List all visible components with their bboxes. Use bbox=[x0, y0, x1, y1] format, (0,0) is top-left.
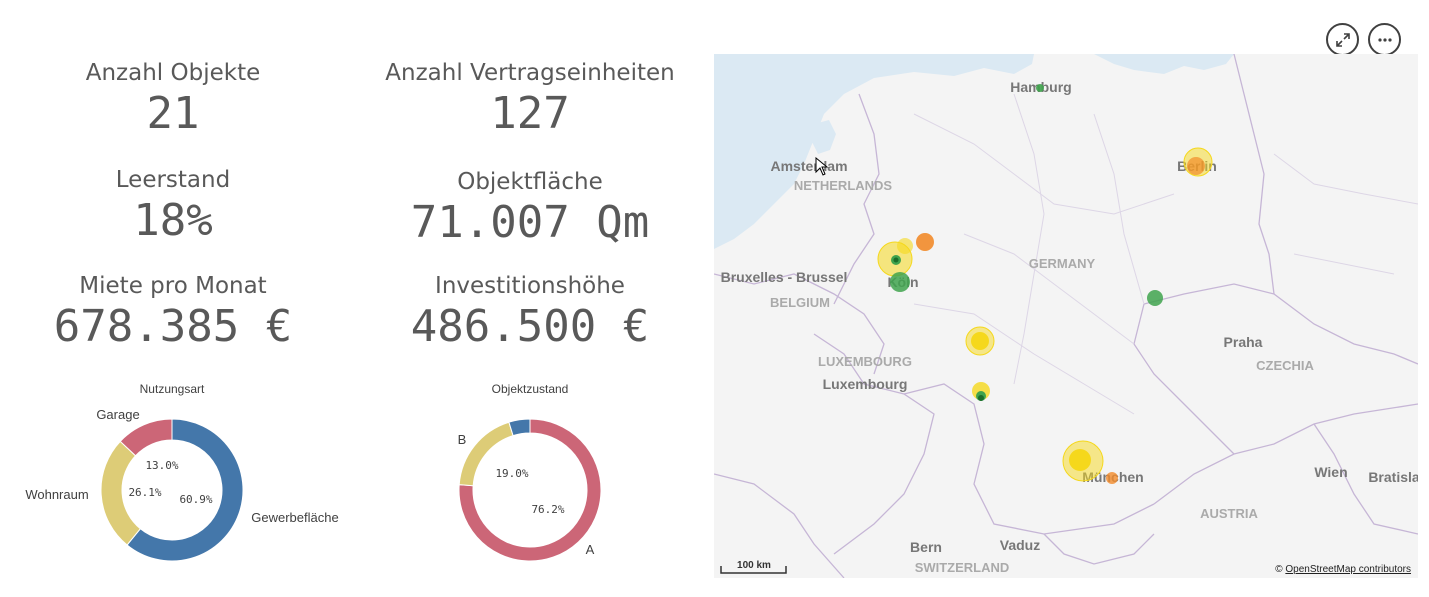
map-label-austria: AUSTRIA bbox=[1200, 506, 1258, 521]
mouse-cursor-icon bbox=[815, 157, 829, 176]
kpi-value: 18% bbox=[133, 195, 213, 246]
donut-slice-label-a: A bbox=[586, 542, 595, 557]
map-marker[interactable] bbox=[916, 233, 934, 251]
map-view[interactable]: Hamburg Amsterdam NETHERLANDS Berlin Bru… bbox=[714, 54, 1418, 578]
donut-slice-label-gewerbeflaeche: Gewerbefläche bbox=[251, 510, 338, 525]
donut-title-objektzustand: Objektzustand bbox=[491, 382, 569, 396]
map-label-germany: GERMANY bbox=[1029, 256, 1096, 271]
donut-slice-label-garage: Garage bbox=[96, 407, 139, 422]
map-label-amsterdam: Amsterdam bbox=[770, 158, 847, 174]
attribution-prefix: © bbox=[1275, 564, 1285, 575]
more-icon bbox=[1377, 37, 1392, 42]
donut-title-nutzungsart: Nutzungsart bbox=[139, 382, 205, 396]
map-label-switzerland: SWITZERLAND bbox=[915, 560, 1010, 575]
donut-pct-label: 60.9% bbox=[179, 493, 212, 506]
map-label-luxembourg-country: LUXEMBOURG bbox=[818, 354, 912, 369]
attribution-link[interactable]: OpenStreetMap contributors bbox=[1285, 564, 1411, 575]
map-label-bern: Bern bbox=[910, 539, 942, 555]
kpi-value: 127 bbox=[490, 88, 570, 139]
kpi-label: Anzahl Vertragseinheiten bbox=[385, 60, 675, 86]
map-label-bruxelles: Bruxelles - Brussel bbox=[721, 269, 848, 285]
map-label-wien: Wien bbox=[1314, 464, 1347, 480]
kpi-miete-pro-monat: Miete pro Monat 678.385 € bbox=[33, 273, 313, 352]
map-label-vaduz: Vaduz bbox=[1000, 537, 1040, 553]
map-marker[interactable] bbox=[1036, 84, 1044, 92]
kpi-anzahl-objekte: Anzahl Objekte 21 bbox=[73, 60, 273, 139]
expand-button[interactable] bbox=[1326, 23, 1359, 56]
map-marker[interactable] bbox=[1069, 449, 1091, 471]
map-label-czechia: CZECHIA bbox=[1256, 358, 1314, 373]
map-attribution: © OpenStreetMap contributors bbox=[1275, 564, 1411, 575]
map-marker[interactable] bbox=[978, 395, 984, 401]
donut-pct-label: 26.1% bbox=[128, 486, 161, 499]
map-marker[interactable] bbox=[893, 257, 899, 263]
kpi-value: 678.385 € bbox=[53, 301, 293, 352]
donut-slice-label-wohnraum: Wohnraum bbox=[25, 487, 88, 502]
donut-chart-objektzustand[interactable]: 19.0% 76.2% B A bbox=[440, 400, 640, 570]
map-marker[interactable] bbox=[1187, 157, 1205, 175]
map-label-luxembourg-city: Luxembourg bbox=[823, 376, 908, 392]
map-scale-label: 100 km bbox=[737, 560, 771, 571]
map-marker[interactable] bbox=[1106, 472, 1118, 484]
kpi-value: 21 bbox=[146, 88, 200, 139]
more-options-button[interactable] bbox=[1368, 23, 1401, 56]
kpi-label: Miete pro Monat bbox=[79, 273, 267, 299]
map-label-belgium: BELGIUM bbox=[770, 295, 830, 310]
map-marker[interactable] bbox=[890, 272, 910, 292]
kpi-value: 71.007 Qm bbox=[410, 197, 650, 248]
donut-slice-label-b: B bbox=[458, 432, 467, 447]
map-marker[interactable] bbox=[1147, 290, 1163, 306]
map-label-praha: Praha bbox=[1224, 334, 1263, 350]
kpi-label: Anzahl Objekte bbox=[85, 60, 261, 86]
map-marker[interactable] bbox=[971, 332, 989, 350]
kpi-leerstand: Leerstand 18% bbox=[73, 167, 273, 246]
map-label-netherlands: NETHERLANDS bbox=[794, 178, 893, 193]
donut-chart-nutzungsart[interactable]: 13.0% 26.1% 60.9% Garage Wohnraum Gewerb… bbox=[0, 400, 360, 570]
expand-icon bbox=[1335, 32, 1350, 47]
donut-pct-label: 13.0% bbox=[145, 459, 178, 472]
kpi-objektflaeche: Objektfläche 71.007 Qm bbox=[380, 169, 680, 248]
donut-pct-label: 19.0% bbox=[495, 467, 528, 480]
map-canvas[interactable]: Hamburg Amsterdam NETHERLANDS Berlin Bru… bbox=[714, 54, 1418, 578]
kpi-label: Objektfläche bbox=[457, 169, 603, 195]
donut-slice[interactable] bbox=[508, 418, 531, 437]
donut-pct-label: 76.2% bbox=[531, 503, 564, 516]
kpi-anzahl-vertragseinheiten: Anzahl Vertragseinheiten 127 bbox=[380, 60, 680, 139]
kpi-label: Investitionshöhe bbox=[435, 273, 625, 299]
kpi-value: 486.500 € bbox=[410, 301, 650, 352]
kpi-investitionshoehe: Investitionshöhe 486.500 € bbox=[380, 273, 680, 352]
map-label-bratislava: Bratisla bbox=[1368, 469, 1418, 485]
kpi-label: Leerstand bbox=[115, 167, 231, 193]
